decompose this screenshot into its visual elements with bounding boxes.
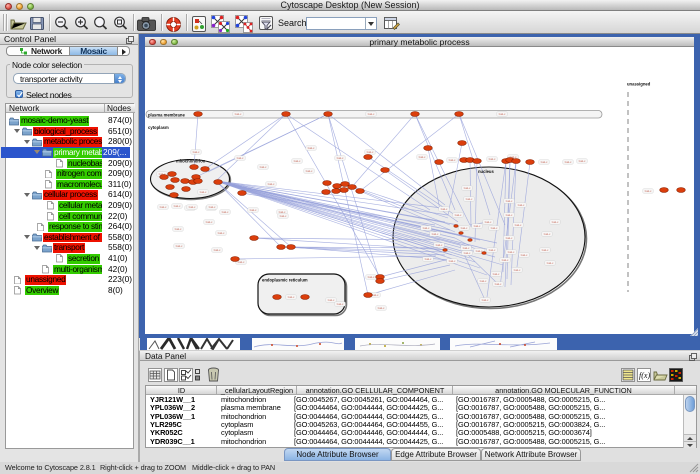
svg-text:Gal-x: Gal-x <box>372 293 379 297</box>
svg-text:Gal-x: Gal-x <box>209 205 216 209</box>
svg-text:Gal-x: Gal-x <box>466 197 473 201</box>
svg-text:Gal-x: Gal-x <box>419 155 426 159</box>
svg-text:Gal-x: Gal-x <box>455 213 462 217</box>
svg-text:Gal-x: Gal-x <box>506 236 513 240</box>
svg-text:Gal-x: Gal-x <box>491 226 498 230</box>
svg-text:mitochondrion: mitochondrion <box>176 159 206 164</box>
svg-text:Gal-x: Gal-x <box>541 160 548 164</box>
svg-text:Gal-x: Gal-x <box>515 223 522 227</box>
svg-text:Gal-x: Gal-x <box>308 146 315 150</box>
svg-text:Gal-x: Gal-x <box>502 258 509 262</box>
svg-text:Gal-x: Gal-x <box>552 220 559 224</box>
svg-text:Gal-x: Gal-x <box>235 112 242 116</box>
svg-text:Gal-x: Gal-x <box>432 232 439 236</box>
svg-text:Gal-x: Gal-x <box>222 210 229 214</box>
svg-text:Gal-x: Gal-x <box>306 169 313 173</box>
svg-text:nucleus: nucleus <box>478 169 494 174</box>
svg-text:Gal-x: Gal-x <box>542 248 549 252</box>
svg-text:Gal-x: Gal-x <box>506 199 513 203</box>
svg-text:Gal-x: Gal-x <box>193 150 200 154</box>
svg-text:Gal-x: Gal-x <box>436 243 443 247</box>
svg-text:Gal-x: Gal-x <box>482 298 489 302</box>
svg-text:Gal-x: Gal-x <box>176 244 183 248</box>
svg-text:Gal-x: Gal-x <box>485 220 492 224</box>
svg-text:Gal-x: Gal-x <box>499 112 506 116</box>
svg-text:Gal-x: Gal-x <box>237 156 244 160</box>
svg-text:Gal-x: Gal-x <box>368 275 375 279</box>
svg-text:Gal-x: Gal-x <box>441 207 448 211</box>
svg-text:Gal-x: Gal-x <box>645 189 652 193</box>
svg-text:Gal-x: Gal-x <box>425 257 432 261</box>
svg-text:Gal-x: Gal-x <box>294 159 301 163</box>
svg-text:Gal-x: Gal-x <box>489 157 496 161</box>
svg-text:Gal-x: Gal-x <box>423 226 430 230</box>
svg-text:Gal-x: Gal-x <box>378 306 385 310</box>
svg-text:Gal-x: Gal-x <box>565 160 572 164</box>
svg-text:Gal-x: Gal-x <box>250 208 257 212</box>
svg-text:Gal-x: Gal-x <box>280 214 287 218</box>
svg-text:Gal-x: Gal-x <box>328 298 335 302</box>
svg-text:Gal-x: Gal-x <box>493 272 500 276</box>
svg-text:Gal-x: Gal-x <box>521 253 528 257</box>
svg-text:Gal-x: Gal-x <box>480 279 487 283</box>
svg-text:Gal-x: Gal-x <box>189 205 196 209</box>
svg-text:f(x): f(x) <box>639 371 650 380</box>
svg-text:Gal-x: Gal-x <box>474 224 481 228</box>
svg-text:Gal-x: Gal-x <box>200 190 207 194</box>
svg-text:Gal-x: Gal-x <box>174 204 181 208</box>
svg-text:Gal-x: Gal-x <box>464 251 471 255</box>
svg-text:Gal-x: Gal-x <box>288 295 295 299</box>
svg-text:Gal-x: Gal-x <box>463 246 470 250</box>
svg-text:Gal-x: Gal-x <box>337 302 344 306</box>
svg-text:Gal-x: Gal-x <box>160 205 167 209</box>
svg-text:Gal-x: Gal-x <box>514 268 521 272</box>
svg-text:Gal-x: Gal-x <box>175 227 182 231</box>
svg-text:plasma membrane: plasma membrane <box>148 112 185 117</box>
svg-text:Gal-x: Gal-x <box>449 259 456 263</box>
svg-text:endoplasmic reticulum: endoplasmic reticulum <box>262 278 308 283</box>
svg-text:Gal-x: Gal-x <box>206 220 213 224</box>
svg-text:Gal-x: Gal-x <box>508 250 515 254</box>
svg-text:cytoplasm: cytoplasm <box>148 125 169 130</box>
svg-text:Gal-x: Gal-x <box>506 213 513 217</box>
svg-text:Gal-x: Gal-x <box>547 261 554 265</box>
svg-text:Gal-x: Gal-x <box>268 182 275 186</box>
svg-text:Gal-x: Gal-x <box>518 203 525 207</box>
svg-text:Gal-x: Gal-x <box>368 112 375 116</box>
svg-text:Gal-x: Gal-x <box>260 165 267 169</box>
svg-text:Gal-x: Gal-x <box>495 282 502 286</box>
svg-text:Gal-x: Gal-x <box>579 159 586 163</box>
svg-text:unassigned: unassigned <box>627 82 651 87</box>
svg-text:Gal-x: Gal-x <box>367 150 374 154</box>
svg-text:Gal-x: Gal-x <box>544 232 551 236</box>
svg-text:Gal-x: Gal-x <box>461 226 468 230</box>
svg-text:Gal-x: Gal-x <box>214 248 221 252</box>
svg-text:Gal-x: Gal-x <box>464 186 471 190</box>
svg-text:Gal-x: Gal-x <box>489 248 496 252</box>
svg-text:Gal-x: Gal-x <box>449 158 456 162</box>
svg-text:Gal-x: Gal-x <box>337 156 344 160</box>
svg-text:Gal-x: Gal-x <box>218 231 225 235</box>
